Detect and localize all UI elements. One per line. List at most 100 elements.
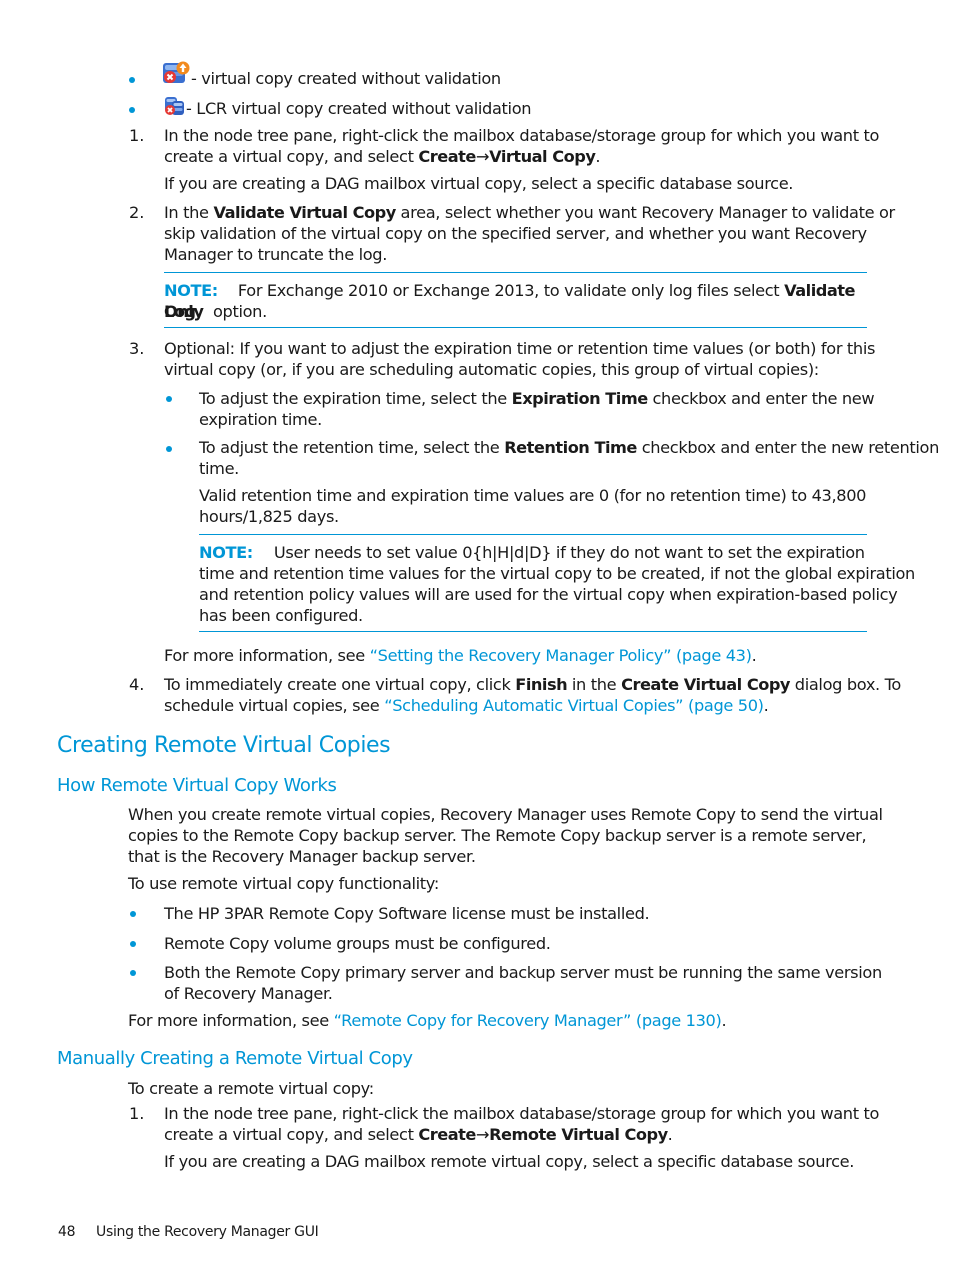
bullet-marker (166, 446, 172, 452)
note2-line4: has been configured. (199, 606, 363, 625)
requirement-item: The HP 3PAR Remote Copy Software license… (164, 904, 650, 923)
note-bottom-rule (199, 631, 867, 632)
chapter-title: Using the Recovery Manager GUI (96, 1224, 319, 1240)
expiration-time-term: Expiration Time (511, 389, 649, 408)
requirement-item-cont: of Recovery Manager. (164, 984, 333, 1003)
link-scheduling-virtual-copies[interactable]: “Scheduling Automatic Virtual Copies” (p… (384, 696, 764, 715)
note-text: option. (203, 302, 267, 321)
menu-arrow: → (475, 1125, 490, 1144)
period: . (763, 696, 769, 715)
text: checkbox and enter the new (647, 389, 875, 408)
requirement-item: Remote Copy volume groups must be config… (164, 934, 551, 953)
how-works-line1: When you create remote virtual copies, R… (128, 805, 883, 824)
note-label: NOTE: (164, 281, 218, 300)
manual-step1-line2: create a virtual copy, and select Create… (164, 1124, 673, 1145)
how-works-line2: copies to the Remote Copy backup server.… (128, 826, 867, 845)
create-virtual-copy-term: Create Virtual Copy (621, 675, 790, 694)
step1-subtext: If you are creating a DAG mailbox virtua… (164, 174, 794, 193)
text: For more information, see (164, 646, 370, 665)
link-remote-copy-for-recovery-manager[interactable]: “Remote Copy for Recovery Manager” (page… (334, 1011, 722, 1030)
menu-virtual-copy: Virtual Copy (489, 147, 596, 166)
period: . (721, 1011, 727, 1030)
manual-step1-subtext: If you are creating a DAG mailbox remote… (164, 1152, 855, 1171)
text: checkbox and enter the new retention (636, 438, 940, 457)
manual-step1-line1: In the node tree pane, right-click the m… (164, 1104, 880, 1123)
page-number: 48 (58, 1224, 76, 1240)
step3-line2: virtual copy (or, if you are scheduling … (164, 360, 819, 379)
note-bottom-rule (164, 327, 867, 328)
note-top-rule (164, 272, 867, 273)
note-line2: Only option. (164, 301, 267, 322)
note2-line1: NOTE: User needs to set value 0{h|H|d|D} … (199, 542, 865, 563)
step2-line3: Manager to truncate the log. (164, 245, 388, 264)
how-works-line3: that is the Recovery Manager backup serv… (128, 847, 476, 866)
step-number: 4. (129, 675, 145, 694)
step2-line1: In the Validate Virtual Copy area, selec… (164, 202, 895, 223)
menu-remote-virtual-copy: Remote Virtual Copy (489, 1125, 668, 1144)
text: in the (567, 675, 622, 694)
link-recovery-manager-policy[interactable]: “Setting the Recovery Manager Policy” (p… (370, 646, 752, 665)
more-info-remote-copy: For more information, see “Remote Copy f… (128, 1010, 727, 1031)
bullet-marker (130, 941, 136, 947)
valid-values-line1: Valid retention time and expiration time… (199, 486, 867, 505)
step1-line2: create a virtual copy, and select Create… (164, 146, 601, 167)
virtual-copy-no-validation-icon (162, 61, 190, 85)
bullet-marker (129, 77, 135, 83)
step-number: 2. (129, 203, 145, 222)
retention-bullet-line1: To adjust the retention time, select the… (199, 437, 939, 458)
step-number: 1. (129, 126, 145, 145)
period: . (595, 147, 601, 166)
note-text: For Exchange 2010 or Exchange 2013, to v… (237, 281, 785, 300)
text: area, select whether you want Recovery M… (395, 203, 896, 222)
note-box: NOTE: For Exchange 2010 or Exchange 2013,… (164, 280, 867, 322)
step4-line1: To immediately create one virtual copy, … (164, 674, 901, 695)
lcr-virtual-copy-no-validation-icon (163, 96, 185, 116)
step-number: 1. (129, 1104, 145, 1123)
menu-create: Create (418, 147, 476, 166)
subsection-heading-manually-creating: Manually Creating a Remote Virtual Copy (57, 1048, 413, 1069)
section-heading-remote-virtual-copies: Creating Remote Virtual Copies (57, 733, 391, 758)
requirement-item: Both the Remote Copy primary server and … (164, 963, 882, 982)
manual-intro: To create a remote virtual copy: (128, 1079, 374, 1098)
text: For more information, see (128, 1011, 334, 1030)
period: . (751, 646, 757, 665)
step1-line1: In the node tree pane, right-click the m… (164, 126, 880, 145)
step2-line2: skip validation of the virtual copy on t… (164, 224, 867, 243)
step-number: 3. (129, 339, 145, 358)
text: schedule virtual copies, see (164, 696, 385, 715)
text: create a virtual copy, and select (164, 1125, 419, 1144)
text: To adjust the expiration time, select th… (199, 389, 512, 408)
bullet-marker (166, 396, 172, 402)
period: . (667, 1125, 673, 1144)
note2-line2: time and retention time values for the v… (199, 564, 915, 583)
text: To adjust the retention time, select the (199, 438, 505, 457)
expiration-bullet-line2: expiration time. (199, 410, 322, 429)
valid-values-line2: hours/1,825 days. (199, 507, 339, 526)
note-text: User needs to set value 0{h|H|d|D} if th… (273, 543, 865, 562)
retention-time-term: Retention Time (504, 438, 637, 457)
bullet-text-lcr-virtual-copy: - LCR virtual copy created without valid… (186, 99, 532, 118)
only-term: Only (164, 302, 204, 321)
text: To immediately create one virtual copy, … (164, 675, 516, 694)
bullet-text-virtual-copy: - virtual copy created without validatio… (191, 69, 501, 88)
validate-virtual-copy-term: Validate Virtual Copy (213, 203, 396, 222)
text: dialog box. To (789, 675, 902, 694)
retention-bullet-line2: time. (199, 459, 239, 478)
note-top-rule (199, 534, 867, 535)
note-label: NOTE: (199, 543, 253, 562)
bullet-marker (130, 970, 136, 976)
requirements-intro: To use remote virtual copy functionality… (128, 874, 439, 893)
text: In the (164, 203, 214, 222)
menu-arrow: → (475, 147, 490, 166)
step1-text: create a virtual copy, and select (164, 147, 419, 166)
bullet-marker (130, 911, 136, 917)
subsection-heading-how-it-works: How Remote Virtual Copy Works (57, 775, 337, 796)
more-info-policy: For more information, see “Setting the R… (164, 645, 757, 666)
finish-term: Finish (515, 675, 568, 694)
note2-line3: and retention policy values will are use… (199, 585, 898, 604)
menu-create: Create (418, 1125, 476, 1144)
bullet-marker (129, 107, 135, 113)
step3-line1: Optional: If you want to adjust the expi… (164, 339, 876, 358)
expiration-bullet-line1: To adjust the expiration time, select th… (199, 388, 875, 409)
step4-line2: schedule virtual copies, see “Scheduling… (164, 695, 769, 716)
